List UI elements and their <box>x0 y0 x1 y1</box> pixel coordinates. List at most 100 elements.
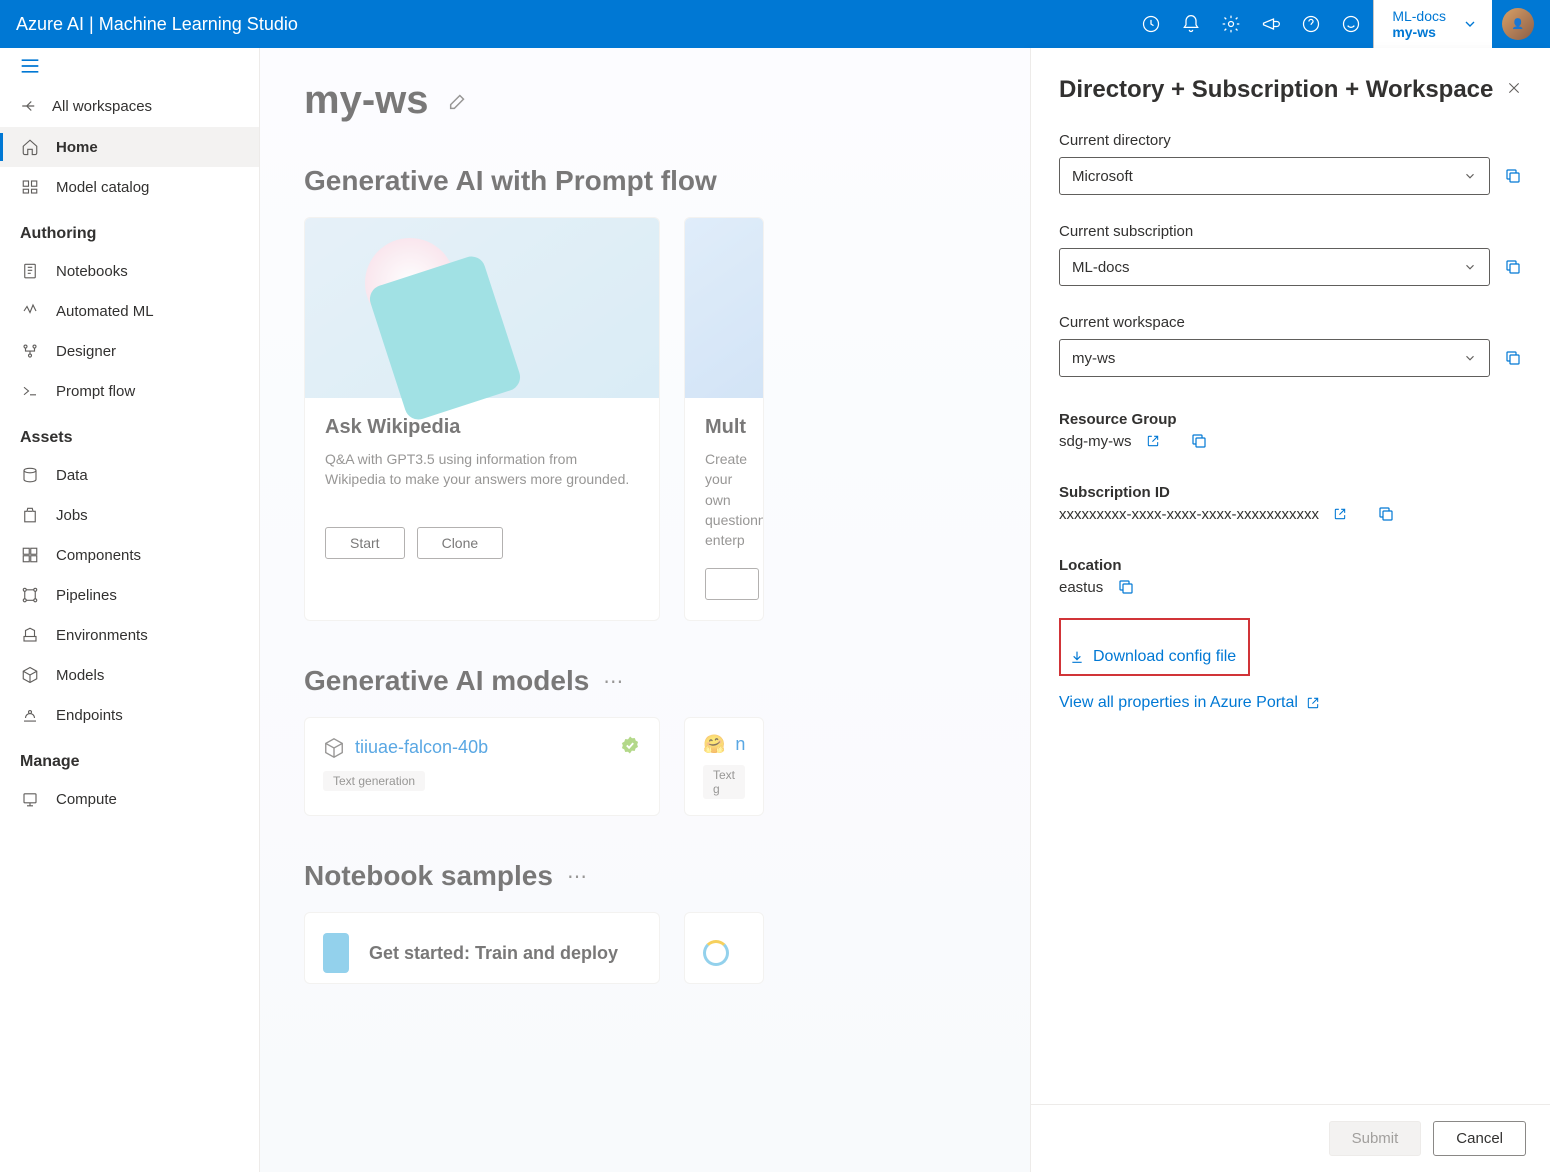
download-label: Download config file <box>1093 648 1236 666</box>
workspace-switcher[interactable]: ML-docs my-ws <box>1373 0 1492 48</box>
start-button[interactable]: Start <box>325 527 405 559</box>
more-icon[interactable]: ⋯ <box>567 864 589 889</box>
sidebar-item-components[interactable]: Components <box>0 535 259 575</box>
sample-card-ask-wikipedia[interactable]: Ask Wikipedia Q&A with GPT3.5 using info… <box>304 217 660 621</box>
sidebar-item-pipelines[interactable]: Pipelines <box>0 575 259 615</box>
endpoints-icon <box>20 705 40 725</box>
field-label-directory: Current directory <box>1059 132 1522 149</box>
copy-icon[interactable] <box>1504 258 1522 276</box>
model-name: n <box>735 734 745 755</box>
external-link-icon[interactable] <box>1333 507 1347 521</box>
ws-switch-directory: ML-docs <box>1392 8 1446 24</box>
sidebar-section-manage: Manage <box>0 735 259 779</box>
copy-icon[interactable] <box>1504 167 1522 185</box>
more-icon[interactable]: ⋯ <box>603 669 625 694</box>
megaphone-icon[interactable] <box>1261 14 1281 34</box>
sidebar-item-label: Environments <box>56 627 148 644</box>
chevron-down-icon <box>1463 260 1477 274</box>
field-label-subscription: Current subscription <box>1059 223 1522 240</box>
sidebar-item-promptflow[interactable]: Prompt flow <box>0 371 259 411</box>
sidebar-item-model-catalog[interactable]: Model catalog <box>0 167 259 207</box>
copy-icon[interactable] <box>1190 432 1208 450</box>
ws-switch-workspace: my-ws <box>1392 24 1446 40</box>
avatar[interactable]: 👤 <box>1502 8 1534 40</box>
download-config-link[interactable]: Download config file <box>1069 648 1236 666</box>
external-link-icon[interactable] <box>1146 434 1160 448</box>
copy-icon[interactable] <box>1504 349 1522 367</box>
submit-button[interactable]: Submit <box>1329 1121 1422 1156</box>
sidebar-item-label: Models <box>56 667 104 684</box>
catalog-icon <box>20 177 40 197</box>
topbar-icons <box>1141 14 1361 34</box>
panel-title: Directory + Subscription + Workspace <box>1059 76 1506 104</box>
card-image <box>305 218 659 398</box>
sidebar-item-endpoints[interactable]: Endpoints <box>0 695 259 735</box>
sidebar: All workspaces Home Model catalog Author… <box>0 48 260 1172</box>
sidebar-item-designer[interactable]: Designer <box>0 331 259 371</box>
model-card-partial[interactable]: 🤗 n Text g <box>684 717 764 816</box>
directory-select[interactable]: Microsoft <box>1059 157 1490 195</box>
bell-icon[interactable] <box>1181 14 1201 34</box>
model-tag: Text g <box>703 765 745 799</box>
home-icon <box>20 137 40 157</box>
pipelines-icon <box>20 585 40 605</box>
copy-icon[interactable] <box>1377 505 1395 523</box>
workspace-select[interactable]: my-ws <box>1059 339 1490 377</box>
sidebar-item-jobs[interactable]: Jobs <box>0 495 259 535</box>
field-label-workspace: Current workspace <box>1059 314 1522 331</box>
hf-icon: 🤗 <box>703 734 725 755</box>
sidebar-item-label: Automated ML <box>56 303 154 320</box>
help-icon[interactable] <box>1301 14 1321 34</box>
sidebar-item-notebooks[interactable]: Notebooks <box>0 251 259 291</box>
cancel-button[interactable]: Cancel <box>1433 1121 1526 1156</box>
workspace-value: my-ws <box>1072 350 1115 367</box>
compute-icon <box>20 789 40 809</box>
view-all-properties-link[interactable]: View all properties in Azure Portal <box>1059 694 1320 712</box>
start-button[interactable] <box>705 568 759 600</box>
model-name: tiiuae-falcon-40b <box>355 737 488 758</box>
close-icon[interactable] <box>1506 80 1522 96</box>
card-desc: Create your own questionnaire enterp <box>705 449 743 550</box>
promptflow-icon <box>20 381 40 401</box>
section-notebook-title: Notebook samples <box>304 860 553 892</box>
cube-icon <box>323 737 345 759</box>
notebook-title: Get started: Train and deploy <box>369 943 618 964</box>
components-icon <box>20 545 40 565</box>
copy-icon[interactable] <box>1117 578 1135 596</box>
smile-icon[interactable] <box>1341 14 1361 34</box>
chevron-down-icon <box>1462 16 1478 32</box>
notebook-card-partial[interactable] <box>684 912 764 984</box>
subscription-select[interactable]: ML-docs <box>1059 248 1490 286</box>
rg-label: Resource Group <box>1059 411 1522 428</box>
chevron-down-icon <box>1463 169 1477 183</box>
notebook-card[interactable]: Get started: Train and deploy <box>304 912 660 984</box>
sidebar-item-data[interactable]: Data <box>0 455 259 495</box>
sidebar-item-home[interactable]: Home <box>0 127 259 167</box>
clock-icon[interactable] <box>1141 14 1161 34</box>
section-genai-pf-title: Generative AI with Prompt flow <box>304 165 717 197</box>
sidebar-item-label: Data <box>56 467 88 484</box>
loc-label: Location <box>1059 557 1522 574</box>
model-tag: Text generation <box>323 771 425 791</box>
sidebar-item-label: Endpoints <box>56 707 123 724</box>
arrow-left-icon <box>20 97 38 115</box>
sidebar-item-compute[interactable]: Compute <box>0 779 259 819</box>
edit-icon[interactable] <box>447 90 469 112</box>
sample-card-multi[interactable]: Mult Create your own questionnaire enter… <box>684 217 764 621</box>
sidebar-item-models[interactable]: Models <box>0 655 259 695</box>
notebook-icon <box>20 261 40 281</box>
gear-icon[interactable] <box>1221 14 1241 34</box>
model-card-falcon[interactable]: tiiuae-falcon-40b Text generation <box>304 717 660 816</box>
bottle-icon <box>323 933 349 973</box>
sidebar-item-label: Notebooks <box>56 263 128 280</box>
designer-icon <box>20 341 40 361</box>
hamburger-icon[interactable] <box>20 58 40 74</box>
clone-button[interactable]: Clone <box>417 527 504 559</box>
sidebar-item-label: Designer <box>56 343 116 360</box>
sidebar-item-automl[interactable]: Automated ML <box>0 291 259 331</box>
sidebar-item-label: Jobs <box>56 507 88 524</box>
topbar: Azure AI | Machine Learning Studio ML-do… <box>0 0 1550 48</box>
rg-value: sdg-my-ws <box>1059 433 1132 450</box>
sidebar-item-environments[interactable]: Environments <box>0 615 259 655</box>
sidebar-back[interactable]: All workspaces <box>0 85 259 127</box>
